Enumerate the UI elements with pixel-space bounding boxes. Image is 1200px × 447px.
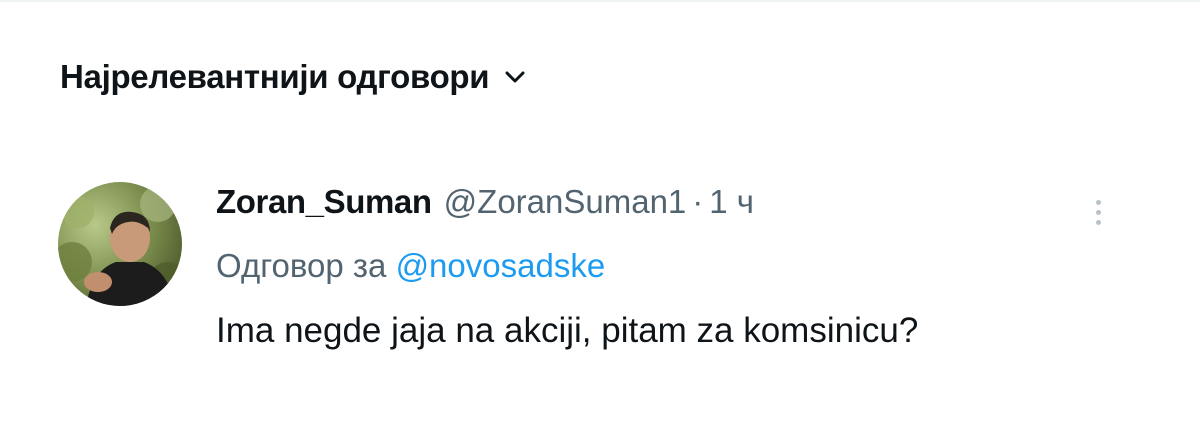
replying-to: Одговор за @novosadske: [216, 240, 1116, 292]
avatar-photo: [58, 182, 182, 306]
reply-content: Zoran_Suman @ZoranSuman1 · 1 ч Одговор з…: [216, 176, 1116, 360]
display-name[interactable]: Zoran_Suman: [216, 176, 432, 228]
more-vertical-icon: [1095, 209, 1101, 215]
sort-replies-dropdown[interactable]: Најрелевантнији одговори: [60, 52, 527, 102]
reply-text: Ima negde jaja na akciji, pitam za komsi…: [216, 311, 919, 350]
separator-dot: ·: [692, 183, 704, 220]
reply-tweet[interactable]: Zoran_Suman @ZoranSuman1 · 1 ч Одговор з…: [58, 176, 1158, 447]
replying-to-prefix: Одговор за: [216, 247, 387, 284]
more-vertical-icon: [1095, 199, 1101, 205]
more-vertical-icon: [1095, 219, 1101, 225]
replying-to-mention[interactable]: @novosadske: [396, 247, 606, 284]
timestamp[interactable]: 1 ч: [709, 176, 754, 228]
sort-replies-label: Најрелевантнији одговори: [60, 58, 490, 95]
more-options-button[interactable]: [1080, 190, 1116, 234]
top-divider: [0, 0, 1200, 2]
user-handle[interactable]: @ZoranSuman1: [444, 176, 687, 228]
chevron-down-icon: [505, 71, 525, 83]
reply-header: Zoran_Suman @ZoranSuman1 · 1 ч: [216, 176, 1116, 228]
avatar[interactable]: [58, 182, 182, 306]
